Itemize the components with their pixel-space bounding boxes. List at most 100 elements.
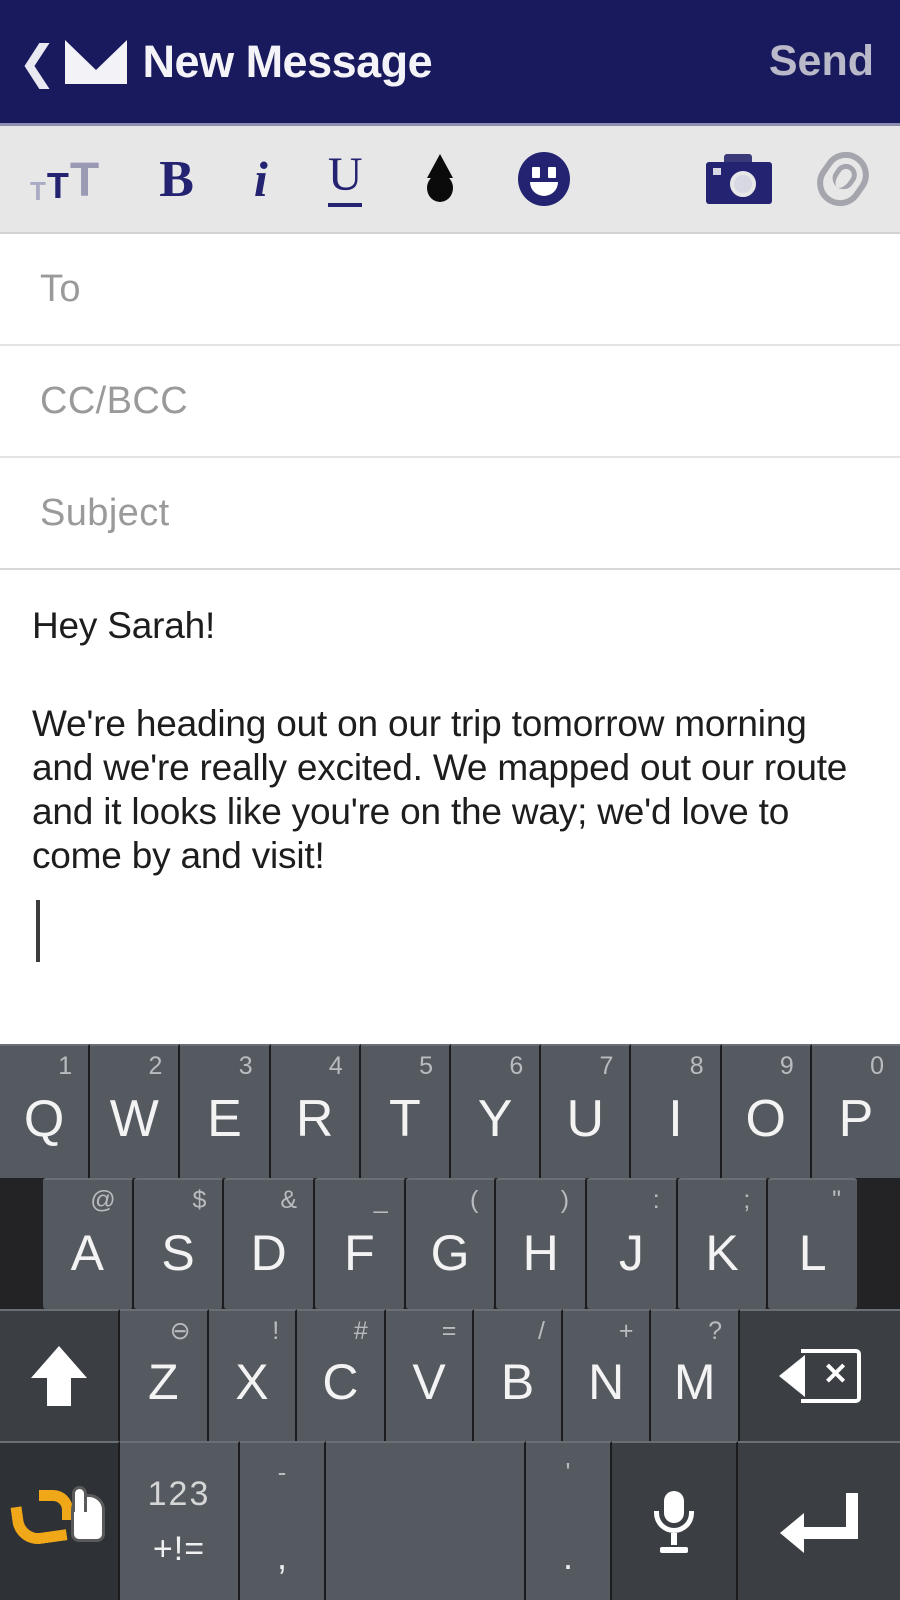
body-greeting: Hey Sarah! xyxy=(32,605,216,646)
key-r[interactable]: 4R xyxy=(270,1044,361,1178)
attachment-paperclip-icon[interactable] xyxy=(808,142,878,216)
text-caret xyxy=(36,900,40,962)
backspace-key[interactable]: ✕ xyxy=(740,1309,900,1441)
key-hint: ⊖ xyxy=(169,1317,191,1345)
key-e[interactable]: 3E xyxy=(180,1044,271,1178)
backspace-icon: ✕ xyxy=(779,1349,862,1403)
microphone-key[interactable] xyxy=(612,1441,738,1600)
key-label: L xyxy=(798,1224,827,1281)
key-label: R xyxy=(295,1090,334,1148)
symbols-key-numbers: 123 xyxy=(147,1474,211,1513)
envelope-icon xyxy=(64,39,127,84)
send-button[interactable]: Send xyxy=(769,37,874,86)
key-hint: _ xyxy=(373,1186,388,1214)
key-t[interactable]: 5T xyxy=(360,1044,452,1178)
key-hint: 1 xyxy=(58,1052,73,1080)
key-f[interactable]: _ F xyxy=(315,1178,406,1309)
key-i[interactable]: 8I xyxy=(631,1044,722,1178)
text-color-droplet-icon[interactable] xyxy=(422,154,458,204)
key-label: Y xyxy=(477,1090,513,1148)
ccbcc-field[interactable]: CC/BCC xyxy=(0,346,900,458)
key-hint: 0 xyxy=(870,1052,885,1080)
key-y[interactable]: 6Y xyxy=(451,1044,542,1178)
key-label: D xyxy=(250,1224,287,1281)
key-label: G xyxy=(430,1224,470,1281)
key-hint: 9 xyxy=(779,1052,794,1080)
to-field-placeholder: To xyxy=(40,267,81,310)
key-hint: + xyxy=(618,1317,634,1345)
key-label: H xyxy=(522,1224,559,1281)
key-a[interactable]: @ A xyxy=(43,1178,134,1309)
app-header: ❮ New Message Send xyxy=(0,0,900,126)
formatting-toolbar: TTT B i U xyxy=(0,126,900,234)
key-hint: ? xyxy=(708,1317,723,1345)
page-title: New Message xyxy=(142,35,433,87)
italic-icon[interactable]: i xyxy=(254,150,268,208)
key-label: J xyxy=(618,1224,644,1281)
ccbcc-field-placeholder: CC/BCC xyxy=(40,379,189,422)
key-b[interactable]: / B xyxy=(474,1309,563,1441)
symbols-key[interactable]: 123 +!= xyxy=(120,1441,240,1600)
key-label: O xyxy=(745,1090,786,1148)
key-k[interactable]: ; K xyxy=(677,1178,769,1309)
enter-key[interactable] xyxy=(738,1441,900,1600)
key-c[interactable]: # C xyxy=(297,1309,386,1441)
key-u[interactable]: 7U xyxy=(541,1044,632,1178)
key-w[interactable]: 2W xyxy=(90,1044,181,1178)
key-s[interactable]: $ S xyxy=(133,1178,225,1309)
camera-icon[interactable] xyxy=(706,154,772,204)
key-o[interactable]: 9O xyxy=(721,1044,812,1178)
key-label: S xyxy=(161,1224,195,1281)
back-chevron-icon[interactable]: ❮ xyxy=(18,39,57,85)
key-label: F xyxy=(344,1224,375,1281)
to-field[interactable]: To xyxy=(0,234,900,346)
microphone-icon xyxy=(652,1490,696,1553)
underline-icon[interactable]: U xyxy=(327,151,363,207)
swipe-gesture-icon xyxy=(10,1485,107,1558)
shift-key[interactable] xyxy=(0,1309,120,1441)
emoji-icon[interactable] xyxy=(518,152,571,206)
header-left-group: ❮ New Message xyxy=(18,36,769,88)
shift-icon xyxy=(31,1346,87,1406)
key-label: P xyxy=(838,1090,874,1148)
keyboard-row-4: 123 +!= - , ' . xyxy=(0,1441,900,1600)
key-p[interactable]: 0P xyxy=(811,1044,900,1178)
key-hint: : xyxy=(652,1186,660,1214)
period-key[interactable]: ' . xyxy=(526,1441,612,1600)
key-hint: $ xyxy=(192,1186,207,1214)
space-key[interactable] xyxy=(326,1441,526,1600)
key-label: X xyxy=(235,1354,269,1410)
comma-key[interactable]: - , xyxy=(240,1441,326,1600)
subject-field[interactable]: Subject xyxy=(0,458,900,570)
key-v[interactable]: = V xyxy=(385,1309,475,1441)
key-label: M xyxy=(673,1354,716,1410)
key-label: W xyxy=(109,1090,159,1148)
key-hint: ' xyxy=(565,1457,571,1487)
swipe-gesture-key[interactable] xyxy=(0,1441,120,1600)
key-hint: ( xyxy=(470,1186,479,1214)
key-g[interactable]: (G xyxy=(405,1178,497,1309)
key-hint: ; xyxy=(743,1186,751,1214)
key-label: , xyxy=(276,1536,288,1577)
key-d[interactable]: & D xyxy=(224,1178,316,1309)
toolbar-left-group: TTT B i U xyxy=(0,150,706,209)
key-q[interactable]: 1Q xyxy=(0,1044,91,1178)
key-label: V xyxy=(412,1354,446,1410)
key-label: E xyxy=(207,1090,242,1148)
key-m[interactable]: ? M xyxy=(651,1309,741,1441)
key-n[interactable]: + N xyxy=(562,1309,652,1441)
key-label: K xyxy=(705,1224,739,1281)
on-screen-keyboard: 1Q 2W 3E 4R 5T 6Y 7U 8I 9O 0P @ A $ S & D _… xyxy=(0,1044,900,1600)
key-l[interactable]: " L xyxy=(768,1178,858,1309)
message-body[interactable]: Hey Sarah! We're heading out on our trip… xyxy=(0,570,900,1026)
key-label: B xyxy=(500,1354,535,1410)
key-j[interactable]: :J xyxy=(587,1178,678,1309)
key-h[interactable]: ) H xyxy=(496,1178,588,1309)
key-label: T xyxy=(389,1090,421,1148)
bold-icon[interactable]: B xyxy=(159,150,194,209)
key-hint: = xyxy=(441,1317,457,1345)
key-x[interactable]: ! X xyxy=(208,1309,298,1441)
text-size-icon[interactable]: TTT xyxy=(30,156,99,205)
body-paragraph: We're heading out on our trip tomorrow m… xyxy=(32,703,848,877)
key-z[interactable]: ⊖ Z xyxy=(120,1309,209,1441)
